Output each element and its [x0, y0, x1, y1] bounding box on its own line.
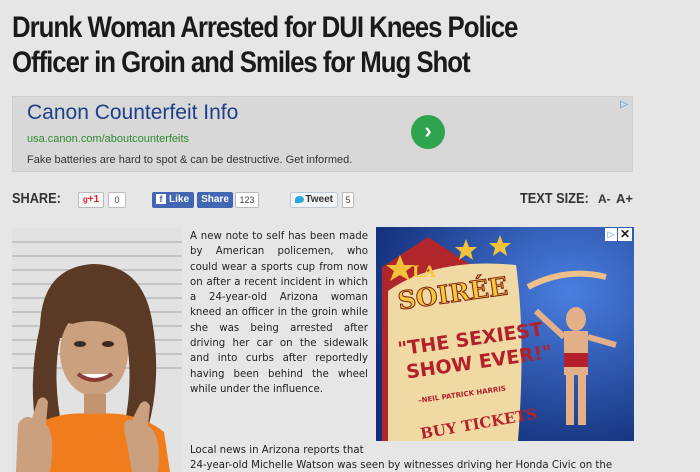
ad-go-arrow-icon[interactable]: ›: [411, 115, 445, 149]
gplus-label: +1: [87, 194, 100, 205]
text-size-label: TEXT SIZE:: [520, 190, 589, 207]
ad-url[interactable]: usa.canon.com/aboutcounterfeits: [27, 133, 189, 145]
paragraph-2-line-1: Local news in Arizona reports that: [190, 445, 364, 456]
poster-ad-illustration: LA SOIRÉE "THE SEXIEST SHOW EVER!" –NEIL…: [376, 227, 634, 441]
mugshot-illustration: [12, 228, 182, 472]
tweet-button[interactable]: Tweet: [290, 192, 338, 208]
increase-text-size-button[interactable]: A+: [616, 191, 633, 206]
facebook-icon: f: [156, 194, 166, 204]
headline-line-1: Drunk Woman Arrested for DUI Knees Polic…: [12, 11, 518, 44]
article-paragraph-1: A new note to self has been made by Amer…: [190, 231, 368, 395]
facebook-share-button[interactable]: Share: [197, 192, 233, 208]
google-plus-button[interactable]: g+1: [78, 192, 104, 208]
adchoices-icon[interactable]: ▷: [605, 228, 617, 241]
paragraph-2-line-2: 24-year-old Michelle Watson was seen by …: [190, 460, 613, 472]
ad-description: Fake batteries are hard to spot & can be…: [27, 154, 353, 166]
twitter-bird-icon: [295, 196, 304, 203]
close-ad-icon[interactable]: ✕: [618, 228, 632, 241]
facebook-count: 123: [235, 192, 259, 208]
headline-line-2: Officer in Groin and Smiles for Mug Shot: [12, 46, 471, 79]
la-soiree-poster-ad[interactable]: LA SOIRÉE "THE SEXIEST SHOW EVER!" –NEIL…: [376, 227, 634, 441]
tweet-count: 5: [342, 192, 354, 208]
decrease-text-size-button[interactable]: A-: [598, 192, 611, 206]
ad-title[interactable]: Canon Counterfeit Info: [27, 101, 238, 125]
adchoices-icon[interactable]: ▷: [620, 99, 628, 110]
tweet-label: Tweet: [305, 194, 333, 205]
fb-like-label: Like: [169, 194, 190, 205]
facebook-like-button[interactable]: f Like: [152, 192, 194, 208]
article-paragraph-2: Local news in Arizona reports that 24-ye…: [190, 443, 635, 472]
text-ad-banner[interactable]: Canon Counterfeit Info usa.canon.com/abo…: [12, 96, 633, 172]
gplus-count: 0: [108, 192, 126, 208]
poster-top-text: LA: [412, 262, 436, 281]
mugshot-photo: [12, 228, 182, 472]
share-bar: SHARE: g+1 0 f Like Share 123 Tweet 5 TEX…: [12, 188, 634, 212]
article-headline: Drunk Woman Arrested for DUI Knees Polic…: [12, 10, 631, 80]
share-label: SHARE:: [12, 190, 61, 207]
